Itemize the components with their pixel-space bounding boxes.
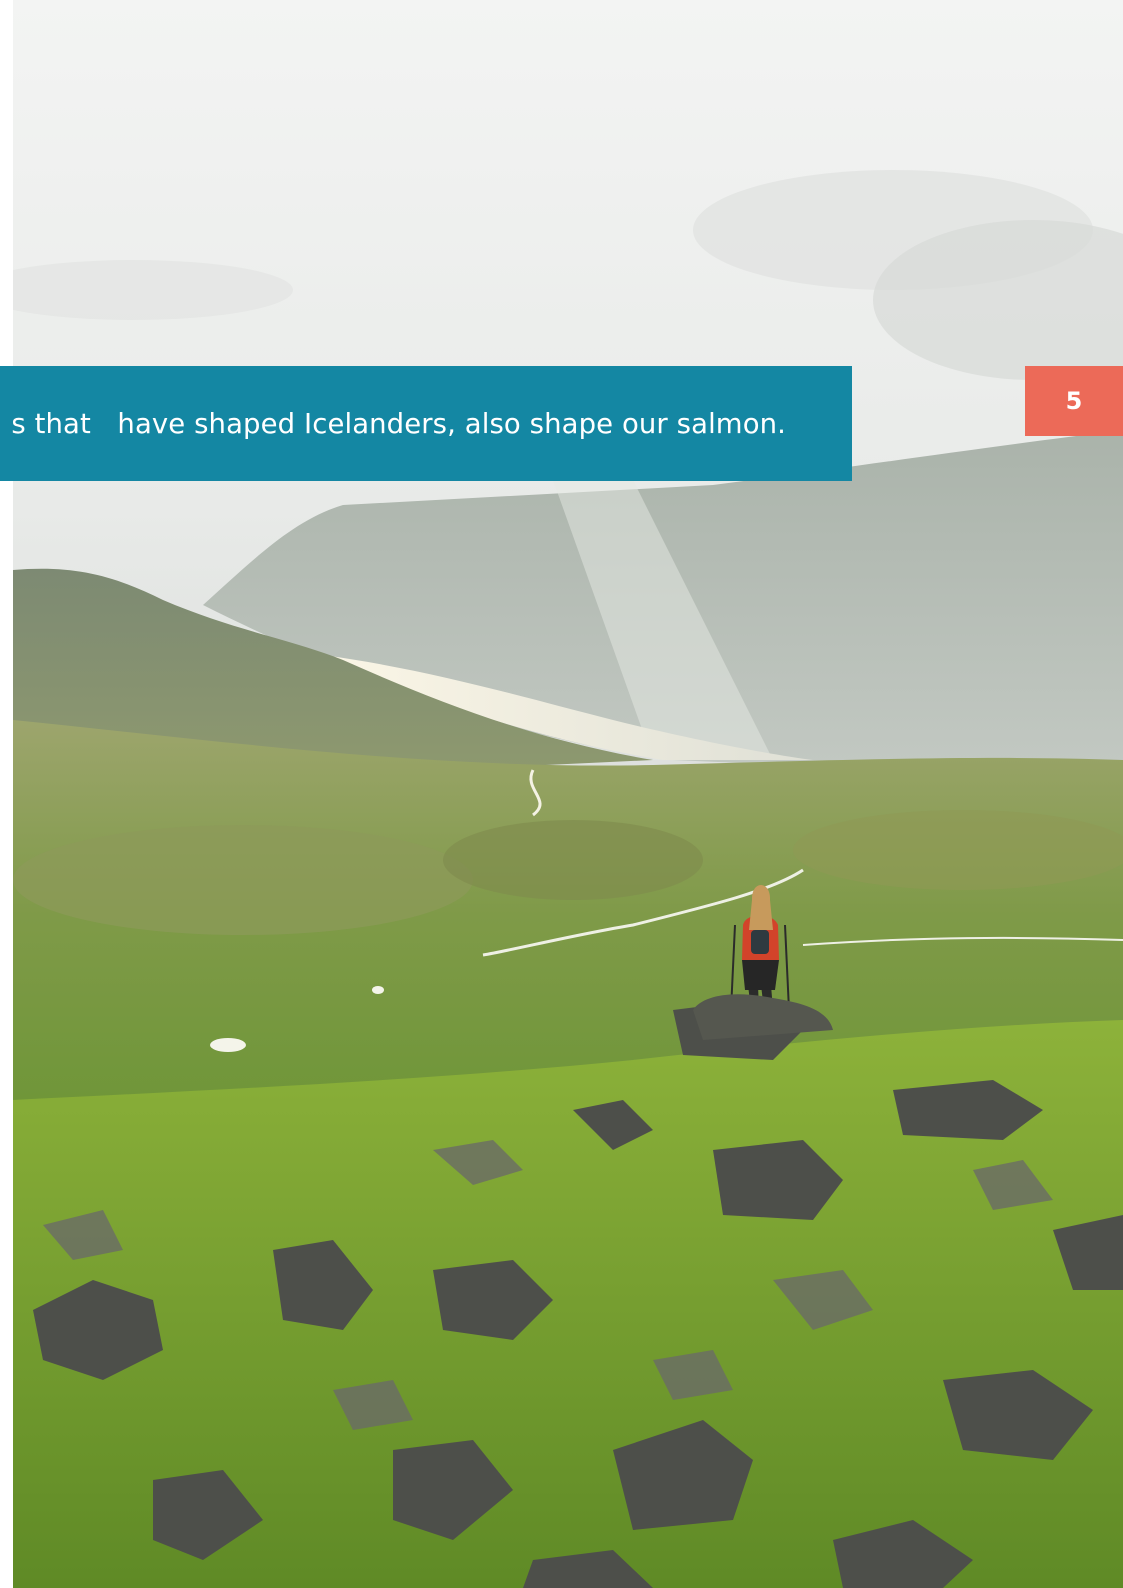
landscape-illustration [13,0,1123,1588]
page-number-badge: 5 [1025,366,1123,436]
landscape-photo [13,0,1123,1588]
banner-text: s that have shaped Icelanders, also shap… [11,407,786,440]
quote-banner: s that have shaped Icelanders, also shap… [0,366,852,481]
